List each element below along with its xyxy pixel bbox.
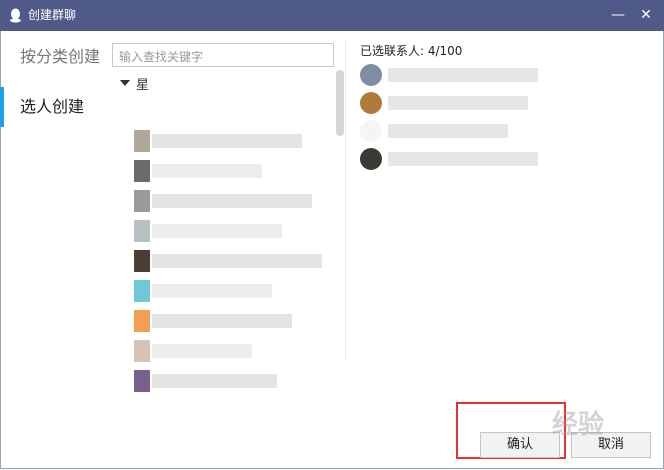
selected-contact-row[interactable] <box>360 64 538 86</box>
avatar <box>134 160 150 182</box>
close-button[interactable]: ✕ <box>636 6 656 24</box>
contact-list[interactable]: 星 <box>112 70 344 392</box>
nav-item-label: 按分类创建 <box>20 47 101 66</box>
avatar <box>134 370 150 392</box>
avatar <box>134 250 150 272</box>
nav-item-label: 选人创建 <box>20 97 85 116</box>
avatar <box>360 120 382 142</box>
contact-name <box>152 134 302 148</box>
selected-contact-name <box>388 124 508 138</box>
selected-contact-name <box>388 152 538 166</box>
avatar <box>134 310 150 332</box>
contact-name <box>152 254 322 268</box>
avatar <box>360 64 382 86</box>
window-title: 创建群聊 <box>28 8 77 22</box>
contact-name <box>152 374 277 388</box>
selected-contact-row[interactable] <box>360 120 510 142</box>
avatar <box>134 340 150 362</box>
avatar <box>134 220 150 242</box>
minimize-button[interactable]: — <box>608 6 628 24</box>
search-placeholder: 输入查找关键字 <box>119 50 204 64</box>
selected-contact-name <box>388 96 528 110</box>
avatar <box>134 190 150 212</box>
avatar <box>134 130 150 152</box>
contact-name <box>152 194 312 208</box>
selected-contact-row[interactable] <box>360 92 528 114</box>
selected-count-label: 已选联系人: 4/100 <box>360 44 463 58</box>
search-input[interactable]: 输入查找关键字 <box>112 43 334 67</box>
title-bar: 创建群聊 — ✕ <box>0 0 664 31</box>
contact-list-scrollbar[interactable] <box>336 70 344 136</box>
avatar <box>360 92 382 114</box>
selected-contact-row[interactable] <box>360 148 538 170</box>
group-label[interactable]: 星 <box>136 74 149 93</box>
nav-item-create-by-category[interactable]: 按分类创建 <box>0 37 100 77</box>
contact-name <box>152 224 282 238</box>
avatar <box>134 280 150 302</box>
contact-name <box>152 284 272 298</box>
contact-name <box>152 314 292 328</box>
contact-name <box>152 164 262 178</box>
selected-contact-name <box>388 68 538 82</box>
watermark-text: 经验 <box>552 410 605 440</box>
panel-divider <box>345 40 346 360</box>
qq-penguin-icon <box>10 8 21 23</box>
chevron-down-icon[interactable] <box>120 80 130 86</box>
nav-item-create-by-selecting[interactable]: 选人创建 <box>0 87 100 127</box>
confirm-button[interactable]: 确认 <box>480 432 560 458</box>
contact-name <box>152 344 252 358</box>
avatar <box>360 148 382 170</box>
active-indicator <box>0 87 4 127</box>
create-mode-nav: 按分类创建 选人创建 <box>0 31 100 231</box>
